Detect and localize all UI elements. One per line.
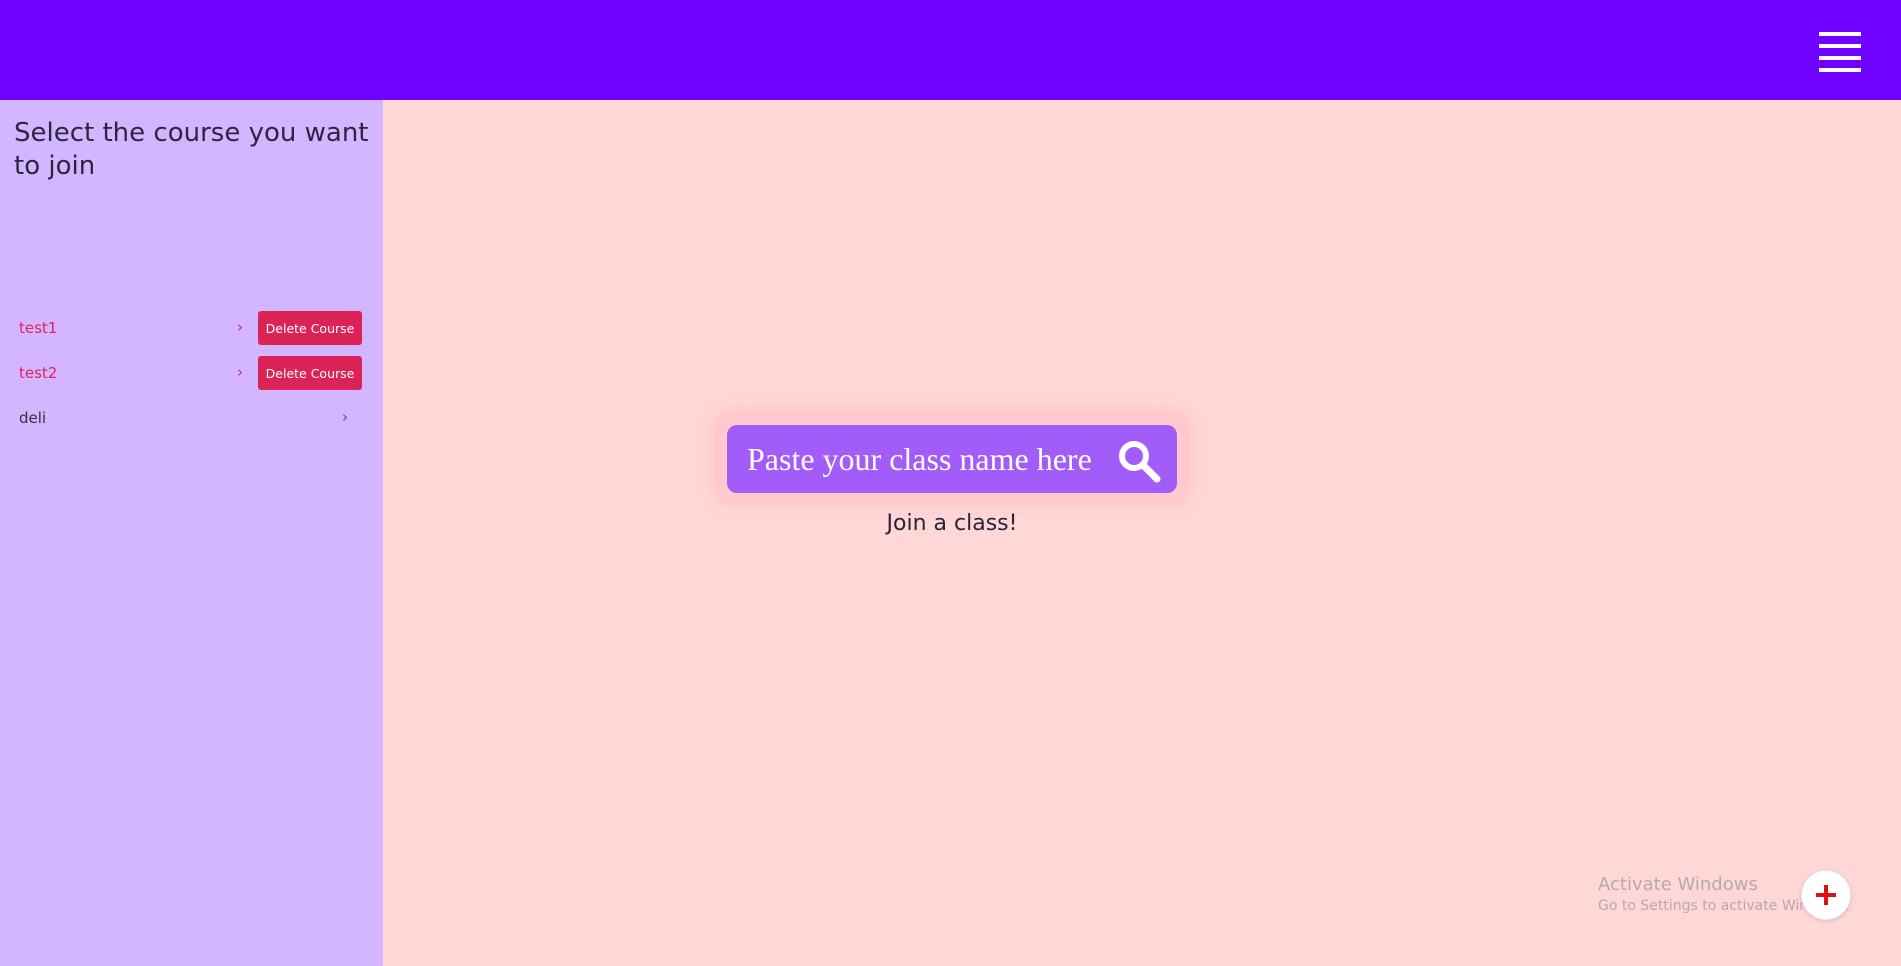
chevron-right-icon: › — [237, 318, 243, 336]
hamburger-menu-icon[interactable] — [1819, 32, 1861, 72]
chevron-right-icon: › — [237, 363, 243, 381]
join-class-label: Join a class! — [886, 511, 1018, 536]
add-class-button[interactable] — [1801, 870, 1851, 920]
delete-course-button[interactable]: Delete Course — [258, 311, 362, 345]
search-container — [715, 413, 1189, 503]
delete-course-button[interactable]: Delete Course — [258, 356, 362, 390]
sidebar: Select the course you want to join test1… — [0, 100, 383, 966]
course-item-deli[interactable]: deli › — [0, 399, 383, 439]
plus-icon — [1816, 885, 1836, 905]
course-name: test2 — [19, 364, 58, 382]
class-name-input[interactable] — [747, 437, 1102, 481]
course-name: test1 — [19, 319, 58, 337]
main-content: Join a class! Activate Windows Go to Set… — [383, 100, 1901, 966]
chevron-right-icon: › — [342, 408, 348, 426]
search-box — [727, 425, 1177, 493]
sidebar-title: Select the course you want to join — [14, 118, 369, 181]
top-app-bar — [0, 0, 1901, 100]
course-item-test1[interactable]: test1 › Delete Course — [0, 309, 383, 349]
course-name: deli — [19, 409, 47, 427]
course-item-test2[interactable]: test2 › Delete Course — [0, 354, 383, 394]
search-icon[interactable] — [1117, 439, 1163, 485]
